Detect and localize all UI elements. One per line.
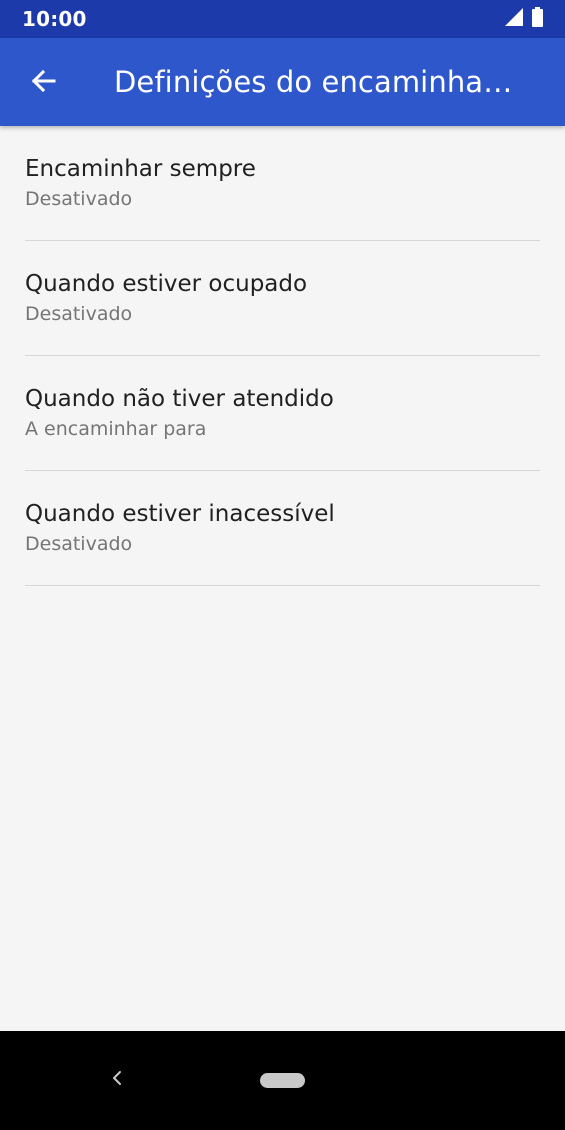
divider xyxy=(25,585,540,586)
status-bar: 10:00 xyxy=(0,0,565,38)
call-forwarding-settings-list: Encaminhar sempre Desativado Quando esti… xyxy=(0,126,565,586)
home-pill-icon[interactable] xyxy=(260,1073,305,1088)
back-button[interactable] xyxy=(20,60,66,106)
setting-title: Quando não tiver atendido xyxy=(25,386,334,412)
battery-icon xyxy=(532,7,543,31)
page-title: Definições do encaminham… xyxy=(114,65,524,99)
navigation-bar xyxy=(0,1031,565,1130)
setting-status: Desativado xyxy=(25,303,133,325)
nav-back-icon xyxy=(111,1069,123,1091)
setting-when-unreachable[interactable]: Quando estiver inacessível Desativado xyxy=(0,471,565,586)
setting-title: Quando estiver ocupado xyxy=(25,271,308,297)
setting-title: Encaminhar sempre xyxy=(25,156,256,182)
setting-status: Desativado xyxy=(25,188,133,210)
app-bar: Definições do encaminham… xyxy=(0,38,565,126)
setting-always-forward[interactable]: Encaminhar sempre Desativado xyxy=(0,126,565,241)
nav-back-button[interactable] xyxy=(100,1065,134,1095)
status-icons xyxy=(504,7,543,31)
setting-status: A encaminhar para xyxy=(25,418,207,440)
status-time: 10:00 xyxy=(22,7,87,31)
arrow-left-icon xyxy=(30,68,56,98)
setting-title: Quando estiver inacessível xyxy=(25,501,335,527)
signal-icon xyxy=(504,7,524,31)
setting-when-busy[interactable]: Quando estiver ocupado Desativado xyxy=(0,241,565,356)
setting-when-unanswered[interactable]: Quando não tiver atendido A encaminhar p… xyxy=(0,356,565,471)
setting-status: Desativado xyxy=(25,533,133,555)
